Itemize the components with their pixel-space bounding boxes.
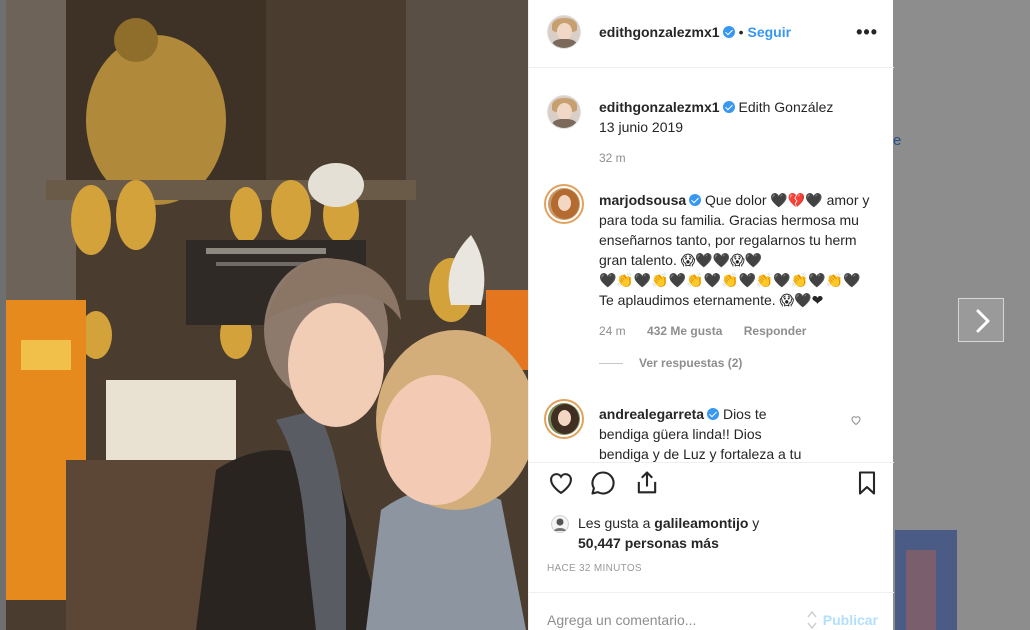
comment-text-line: bendiga y de Luz y fortaleza a tu <box>599 446 802 462</box>
likes-summary: Les gusta a galileamontijo y 50,447 pers… <box>578 513 759 553</box>
more-options-icon[interactable]: ••• <box>856 22 878 43</box>
comment-time[interactable]: 24 m <box>599 324 626 338</box>
liker-face-icon <box>551 515 569 533</box>
likes-line-1: Les gusta a galileamontijo y <box>578 513 759 533</box>
caption-text: Edith González <box>738 99 834 115</box>
likes-prefix: Les gusta a <box>578 515 651 531</box>
share-icon[interactable] <box>633 469 661 497</box>
post-actions: Les gusta a galileamontijo y 50,447 pers… <box>529 462 894 592</box>
likes-count[interactable]: 50,447 personas más <box>578 535 719 551</box>
comment-text-line: Dios te <box>722 406 767 422</box>
caption-date: 13 junio 2019 <box>599 119 684 135</box>
scroll-stepper-icon[interactable] <box>807 611 817 629</box>
post-photo-illustration <box>6 0 528 630</box>
likes-user[interactable]: galileamontijo <box>654 515 748 531</box>
comment-line: andrealegarreta Dios te <box>599 404 859 424</box>
author-avatar[interactable] <box>547 15 581 49</box>
comment-meta: 24 m 432 Me gusta Responder <box>599 324 894 338</box>
comment-input[interactable]: Agrega un comentario... <box>547 612 696 628</box>
verified-badge-icon <box>689 194 702 206</box>
chevron-right-icon <box>976 309 990 333</box>
next-post-button[interactable] <box>958 298 1004 342</box>
save-bookmark-icon[interactable] <box>853 469 881 497</box>
background-link-fragment: e <box>893 132 902 149</box>
post-panel: edithgonzalezmx1 • Seguir ••• edithgonzale… <box>528 0 894 630</box>
comment-avatar[interactable] <box>544 399 584 439</box>
comment-username[interactable]: andrealegarreta <box>599 406 704 422</box>
comment-text-line: Te aplaudimos eternamente. 😱🖤❤ <box>599 292 824 308</box>
post-header: edithgonzalezmx1 • Seguir ••• <box>529 0 894 68</box>
comment-avatar[interactable] <box>544 184 584 224</box>
post-timestamp[interactable]: HACE 32 MINUTOS <box>547 563 642 574</box>
comment-item: marjodsousa Que dolor 🖤💔🖤 amor y para to… <box>599 190 894 370</box>
verified-badge-icon <box>722 101 735 113</box>
comment-text-line: gran talento. 😱🖤🖤😱🖤 <box>599 252 763 268</box>
like-comment-heart-icon[interactable] <box>850 414 862 426</box>
post-photo[interactable] <box>6 0 528 630</box>
like-heart-icon[interactable] <box>547 469 575 497</box>
verified-badge-icon <box>722 26 735 38</box>
caption-time[interactable]: 32 m <box>599 151 889 165</box>
view-replies[interactable]: Ver respuestas (2) <box>599 356 894 370</box>
liker-avatar[interactable] <box>551 515 569 533</box>
comments-scroll-area[interactable]: edithgonzalezmx1 Edith González 13 junio… <box>529 69 894 462</box>
comment-line: marjodsousa Que dolor 🖤💔🖤 amor y <box>599 190 894 210</box>
comment-text-line: bendiga güera linda!! Dios <box>599 426 762 442</box>
comment-item: andrealegarreta Dios te bendiga güera li… <box>599 404 859 462</box>
separator-dot: • <box>738 24 744 40</box>
comment-text-line: enseñarnos tanto, por regalarnos tu herm <box>599 232 857 248</box>
publish-button[interactable]: Publicar <box>823 612 878 628</box>
comment-bubble-icon[interactable] <box>589 469 617 497</box>
author-username[interactable]: edithgonzalezmx1 <box>599 24 720 40</box>
likes-line-2: 50,447 personas más <box>578 533 759 553</box>
likes-conj: y <box>752 515 760 531</box>
view-replies-label[interactable]: Ver respuestas (2) <box>639 356 742 370</box>
caption: edithgonzalezmx1 Edith González 13 junio… <box>599 97 889 165</box>
comment-text-line: Que dolor 🖤💔🖤 amor y <box>705 192 870 208</box>
comment-text-line: 🖤👏🖤👏🖤👏🖤👏🖤👏🖤👏🖤👏🖤 <box>599 272 861 288</box>
add-comment-bar: Agrega un comentario... Publicar <box>529 592 894 630</box>
caption-username[interactable]: edithgonzalezmx1 <box>599 99 720 115</box>
follow-button[interactable]: Seguir <box>748 24 792 40</box>
background-thumbnail-detail <box>906 550 936 630</box>
comment-text-line: para toda su familia. Gracias hermosa mu <box>599 212 859 228</box>
caption-avatar[interactable] <box>547 95 581 129</box>
replies-divider <box>599 363 623 365</box>
verified-badge-icon <box>707 408 720 420</box>
caption-line: edithgonzalezmx1 Edith González <box>599 97 889 117</box>
comment-likes[interactable]: 432 Me gusta <box>647 324 722 338</box>
comment-username[interactable]: marjodsousa <box>599 192 686 208</box>
header-user-line: edithgonzalezmx1 • Seguir <box>599 24 791 42</box>
reply-button[interactable]: Responder <box>744 324 807 338</box>
